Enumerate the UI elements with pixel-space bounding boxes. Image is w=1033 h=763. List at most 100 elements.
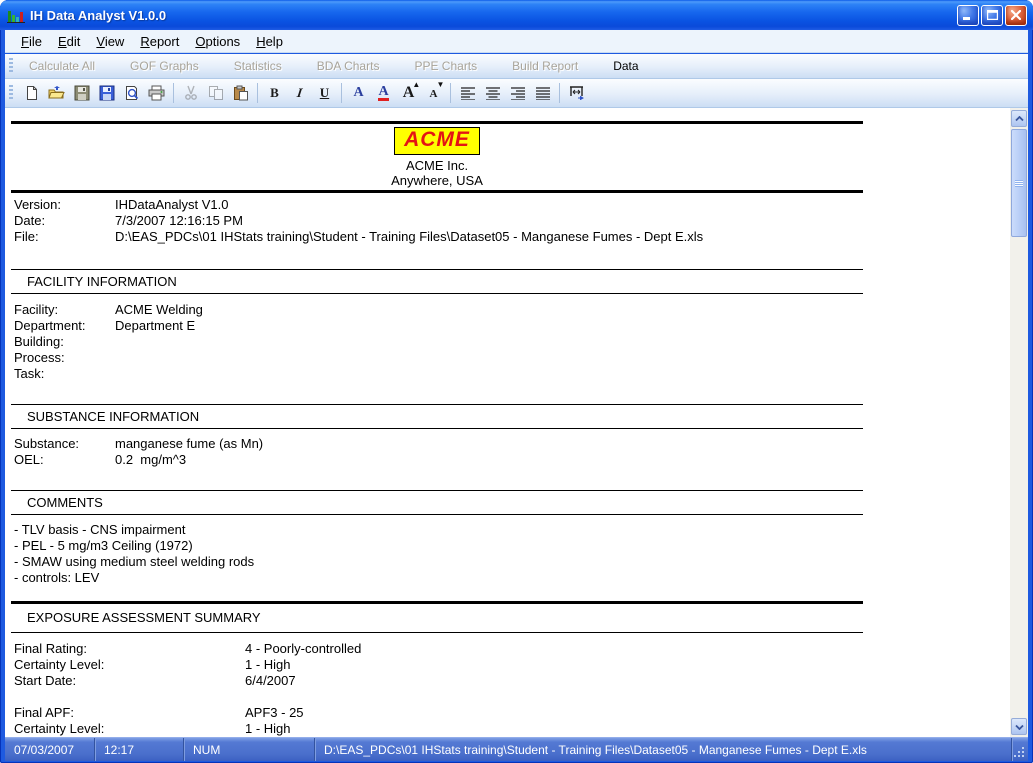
italic-button[interactable]: I xyxy=(288,82,311,105)
fit-to-width-button[interactable] xyxy=(565,82,588,105)
build-report-button[interactable]: Build Report xyxy=(502,56,588,76)
increase-font-button[interactable]: A ▲ xyxy=(397,82,420,105)
field-row: Start Date:6/4/2007 xyxy=(14,673,361,689)
status-time: 12:17 xyxy=(95,738,184,761)
open-file-button[interactable] xyxy=(45,82,68,105)
field-row: Process: xyxy=(14,350,203,366)
status-num-lock: NUM xyxy=(184,738,315,761)
decrease-font-button[interactable]: A ▼ xyxy=(422,82,445,105)
divider xyxy=(11,190,863,193)
window-title: IH Data Analyst V1.0.0 xyxy=(30,8,957,23)
close-button[interactable] xyxy=(1005,5,1027,26)
decrease-font-icon: A ▼ xyxy=(430,84,438,102)
toolbar-separator xyxy=(559,83,560,103)
scrollbar-thumb[interactable] xyxy=(1011,129,1027,237)
increase-font-icon: A ▲ xyxy=(403,84,415,102)
bold-icon: B xyxy=(270,85,279,101)
maximize-icon xyxy=(987,10,998,20)
status-date: 07/03/2007 xyxy=(5,738,95,761)
summary-section-header: EXPOSURE ASSESSMENT SUMMARY xyxy=(11,601,863,633)
font-color-button[interactable]: A xyxy=(347,82,370,105)
divider xyxy=(11,121,863,124)
ppe-charts-button[interactable]: PPE Charts xyxy=(404,56,487,76)
section-title: COMMENTS xyxy=(11,491,863,514)
underline-icon: U xyxy=(320,85,329,101)
resize-grip-icon xyxy=(1014,747,1025,758)
chevron-down-icon xyxy=(1015,724,1024,730)
field-row: Task: xyxy=(14,366,203,382)
field-row: Final Rating:4 - Poorly-controlled xyxy=(14,641,361,657)
meta-row: File:D:\EAS_PDCs\01 IHStats training\Stu… xyxy=(14,229,703,245)
toolbar-drag-handle[interactable] xyxy=(9,58,13,74)
font-color-icon: A xyxy=(353,85,363,101)
align-left-button[interactable] xyxy=(456,82,479,105)
comments-lines: - TLV basis - CNS impairment - PEL - 5 m… xyxy=(14,522,254,586)
field-row: Department:Department E xyxy=(14,318,203,334)
gof-graphs-button[interactable]: GOF Graphs xyxy=(120,56,209,76)
align-justify-button[interactable] xyxy=(531,82,554,105)
toolbar-separator xyxy=(173,83,174,103)
menu-bar: File Edit View Report Options Help xyxy=(5,30,1028,53)
vertical-scrollbar[interactable] xyxy=(1010,108,1028,737)
resize-grip[interactable] xyxy=(1012,738,1028,761)
menu-file[interactable]: File xyxy=(13,32,50,51)
summary-rows: Final Rating:4 - Poorly-controlled Certa… xyxy=(14,641,361,737)
thumb-grip-icon xyxy=(1015,180,1023,187)
menu-options[interactable]: Options xyxy=(187,32,248,51)
menu-report[interactable]: Report xyxy=(132,32,187,51)
menu-edit[interactable]: Edit xyxy=(50,32,88,51)
bda-charts-button[interactable]: BDA Charts xyxy=(307,56,390,76)
minimize-button[interactable] xyxy=(957,5,979,26)
calculate-all-button[interactable]: Calculate All xyxy=(19,56,105,76)
print-preview-icon xyxy=(124,85,140,101)
report-meta: Version:IHDataAnalyst V1.0 Date:7/3/2007… xyxy=(14,197,703,245)
statistics-button[interactable]: Statistics xyxy=(224,56,292,76)
underline-button[interactable]: U xyxy=(313,82,336,105)
menu-help[interactable]: Help xyxy=(248,32,291,51)
toolbar-drag-handle[interactable] xyxy=(9,85,13,101)
font-highlight-button[interactable]: A xyxy=(372,82,395,105)
maximize-button[interactable] xyxy=(981,5,1003,26)
minimize-icon xyxy=(963,11,973,20)
format-toolbar: B I U A A A ▲ A ▼ xyxy=(5,79,1028,108)
align-right-button[interactable] xyxy=(506,82,529,105)
data-button[interactable]: Data xyxy=(603,56,648,76)
bold-button[interactable]: B xyxy=(263,82,286,105)
chevron-up-icon xyxy=(1015,116,1024,122)
report-document: ACME ACME Inc. Anywhere, USA Version:IHD… xyxy=(5,108,1028,737)
align-justify-icon xyxy=(536,87,550,100)
close-icon xyxy=(1011,10,1021,20)
print-button[interactable] xyxy=(145,82,168,105)
paste-button[interactable] xyxy=(229,82,252,105)
comment-line: - PEL - 5 mg/m3 Ceiling (1972) xyxy=(14,538,254,554)
print-icon xyxy=(148,85,165,101)
print-preview-button[interactable] xyxy=(120,82,143,105)
company-name: ACME Inc. xyxy=(11,158,863,173)
title-bar[interactable]: IH Data Analyst V1.0.0 xyxy=(0,0,1033,30)
comments-section-header: COMMENTS xyxy=(11,490,863,515)
scroll-up-button[interactable] xyxy=(1011,110,1027,127)
open-folder-icon xyxy=(48,85,65,101)
save-as-button[interactable] xyxy=(95,82,118,105)
facility-section-header: FACILITY INFORMATION xyxy=(11,269,863,294)
scroll-down-button[interactable] xyxy=(1011,718,1027,735)
toolbar-separator xyxy=(450,83,451,103)
report-header: ACME ACME Inc. Anywhere, USA xyxy=(11,127,863,188)
comment-line: - TLV basis - CNS impairment xyxy=(14,522,254,538)
save-button[interactable] xyxy=(70,82,93,105)
align-center-button[interactable] xyxy=(481,82,504,105)
copy-button[interactable] xyxy=(204,82,227,105)
field-row: Final APF:APF3 - 25 xyxy=(14,705,361,721)
acme-logo: ACME xyxy=(394,127,480,155)
new-document-button[interactable] xyxy=(20,82,43,105)
paste-icon xyxy=(233,85,249,101)
comment-line: - SMAW using medium steel welding rods xyxy=(14,554,254,570)
app-window: IH Data Analyst V1.0.0 File Edit View Re… xyxy=(0,0,1033,763)
bar-chart-icon xyxy=(7,7,25,23)
menu-view[interactable]: View xyxy=(88,32,132,51)
cut-icon xyxy=(183,85,199,101)
italic-icon: I xyxy=(296,85,303,101)
cut-button[interactable] xyxy=(179,82,202,105)
section-title: FACILITY INFORMATION xyxy=(11,270,863,293)
company-address: Anywhere, USA xyxy=(11,173,863,188)
